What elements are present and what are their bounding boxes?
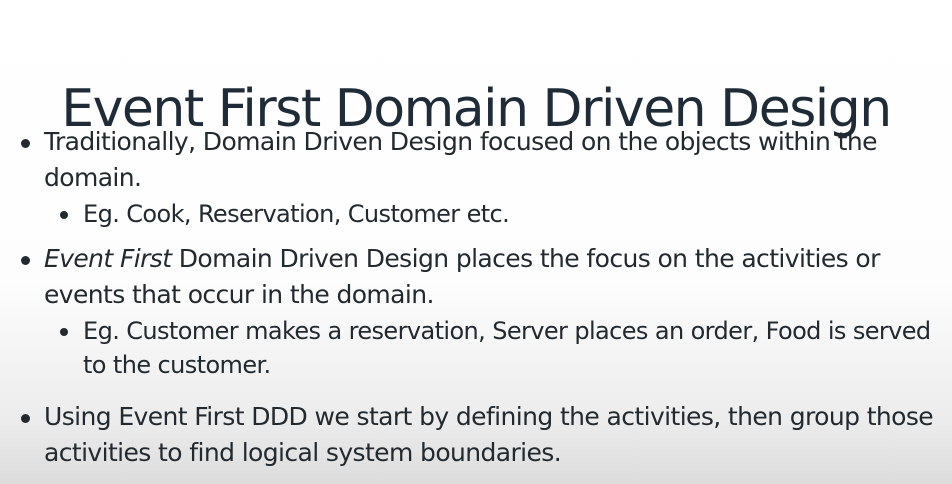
sub-bullet-object-examples: Eg. Cook, Reservation, Customer etc.	[0, 197, 943, 231]
bullet-traditional-ddd: Traditionally, Domain Driven Design focu…	[0, 124, 942, 196]
bullet-dot-icon	[21, 139, 30, 148]
bullet-text: Traditionally, Domain Driven Design focu…	[44, 127, 877, 192]
bullet-using-event-first: Using Event First DDD we start by defini…	[0, 399, 942, 471]
bullet-text: Using Event First DDD we start by defini…	[44, 402, 934, 467]
sub-bullet-event-examples: Eg. Customer makes a reservation, Server…	[0, 314, 943, 382]
sub-bullet-text: Eg. Customer makes a reservation, Server…	[83, 317, 931, 379]
sub-bullet-dot-icon	[60, 211, 68, 219]
bullet-dot-icon	[21, 414, 30, 423]
sub-bullet-dot-icon	[60, 328, 68, 336]
bullet-emphasis-text: Event First	[44, 244, 172, 273]
bullet-list: Traditionally, Domain Driven Design focu…	[0, 124, 952, 471]
sub-bullet-text: Eg. Cook, Reservation, Customer etc.	[83, 200, 510, 228]
bullet-dot-icon	[21, 256, 30, 265]
bullet-event-first-ddd: Event First Domain Driven Design places …	[0, 241, 942, 313]
